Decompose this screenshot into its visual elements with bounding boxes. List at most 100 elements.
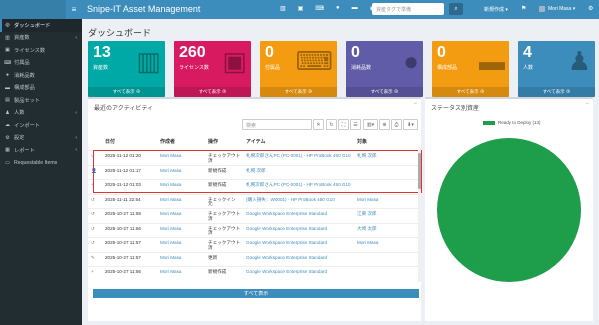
flag-icon[interactable]: ⚑ <box>521 5 526 12</box>
columns-icon: ▥▾ <box>366 121 375 128</box>
row-created-by-link[interactable]: Mori Masa <box>160 197 181 203</box>
laptop-icon: ▭ <box>5 159 10 166</box>
row-target-link[interactable]: Mori Masa <box>357 197 378 203</box>
row-date: 2025-10-27 11:58 <box>105 211 141 216</box>
row-target-link[interactable]: 江東 次郎 <box>357 211 377 217</box>
recent-activity-panel: 最近のアクティビティ − 検索 ✕ ↻ ⛶ ☰ ▥▾ ⊕ ⎙ ⬇▾ 日付 作成者… <box>88 97 422 321</box>
row-item-link[interactable]: (購入損失：W0001) - HP ProBook 450 G10 <box>246 197 335 203</box>
row-created-by-link[interactable]: Mori Masa <box>160 240 181 246</box>
tint-icon[interactable]: ● <box>336 5 340 12</box>
row-item-link[interactable]: Google Workspace Enterprise Standard <box>246 255 327 261</box>
search-icon: ⌕ <box>454 5 458 12</box>
row-created-by-link[interactable]: Mori Masa <box>160 255 181 261</box>
download-icon: ⬇▾ <box>407 121 414 128</box>
row-created-by-link[interactable]: Mori Masa <box>160 211 181 217</box>
sidebar-item-assets[interactable]: ▥ 資産数 ‹ <box>0 32 82 45</box>
row-date: 2025-11-11 22:54 <box>105 196 141 202</box>
show-all-button[interactable]: すべて表示 <box>93 289 419 298</box>
sidebar-item-licenses[interactable]: ▣ ライセンス数 <box>0 44 82 57</box>
tile-count: 4 <box>523 44 532 61</box>
sidebar-item-reports[interactable]: ▦ レポート ‹ <box>0 144 82 157</box>
tile-show-all-link[interactable]: すべて表示 ⊕ <box>174 87 251 97</box>
row-target-link[interactable]: 大崎 太郎 <box>357 226 377 232</box>
box-icon: ▤ <box>5 97 10 104</box>
table-scrollbar[interactable] <box>418 147 421 282</box>
sidebar-item-components[interactable]: ▬ 構成部品 <box>0 82 82 95</box>
pie-slice-ready-to-deploy[interactable] <box>437 138 581 282</box>
clear-search-button[interactable]: ✕ <box>313 119 324 130</box>
app-title[interactable]: Snipe-IT Asset Management <box>87 4 200 14</box>
sidebar-item-settings[interactable]: ⚙ 設定 ‹ <box>0 132 82 145</box>
dashboard-icon: ◎ <box>5 22 10 29</box>
tile-count: 13 <box>93 44 111 61</box>
tile-accessories: 0 付属品 ⌨ すべて表示 ⊕ <box>260 41 337 97</box>
tile-assets: 13 資産数 ▥ すべて表示 ⊕ <box>88 41 165 97</box>
zoom-button[interactable]: ⊕ <box>379 119 390 130</box>
list-icon: ☰ <box>353 121 358 128</box>
tint-icon: ● <box>403 46 419 76</box>
status-pie-chart <box>437 138 581 282</box>
print-button[interactable]: ⎙ <box>391 119 402 130</box>
row-item-link[interactable]: Google Workspace Enterprise Standard <box>246 269 327 275</box>
sidebar-item-dashboard[interactable]: ◎ ダッシュボード <box>0 19 82 32</box>
row-target-link[interactable]: Mori Masa <box>357 240 378 246</box>
sidebar-item-kits[interactable]: ▤ 製品セット <box>0 94 82 107</box>
gear-icon[interactable]: ⚙ <box>588 5 593 12</box>
sidebar-toggle-icon[interactable]: ≡ <box>66 0 82 19</box>
refresh-button[interactable]: ↻ <box>326 119 337 130</box>
toggle-view-button[interactable]: ☰ <box>350 119 361 130</box>
row-action-icon: ↺ <box>91 196 95 202</box>
row-item-link[interactable]: Google Workspace Enterprise Standard <box>246 226 327 232</box>
sidebar-item-consumables[interactable]: ● 消耗品数 <box>0 69 82 82</box>
search-button[interactable]: ⌕ <box>449 3 463 15</box>
keyboard-icon[interactable]: ⌨ <box>315 5 324 12</box>
tile-show-all-link[interactable]: すべて表示 ⊕ <box>346 87 423 97</box>
keyboard-icon: ⌨ <box>295 46 333 76</box>
row-item-link[interactable]: Google Workspace Enterprise Standard <box>246 240 327 246</box>
column-header[interactable]: 対象 <box>357 138 367 145</box>
hdd-icon[interactable]: ▬ <box>352 5 358 12</box>
barcode-icon[interactable]: ▥ <box>280 5 286 12</box>
table-row: ✎ 2025-10-27 11:57 Mori Masa 更新 Google Works… <box>88 251 420 266</box>
sidebar-item-accessories[interactable]: ⌨ 付属品 <box>0 57 82 70</box>
panel-title: ステータス別資産 <box>431 106 480 112</box>
chart-legend[interactable]: Ready to Deploy (13) <box>483 120 541 125</box>
scroll-thumb[interactable] <box>418 153 421 189</box>
collapse-icon[interactable]: − <box>413 101 417 107</box>
row-action-icon: ↺ <box>91 211 95 216</box>
sidebar-item-import[interactable]: ☁ インポート <box>0 119 82 132</box>
column-header[interactable]: 作成者 <box>160 138 175 145</box>
table-search-input[interactable]: 検索 <box>242 119 312 130</box>
tile-consumables: 0 消耗品数 ● すべて表示 ⊕ <box>346 41 423 97</box>
tile-count: 0 <box>265 44 274 61</box>
asset-tag-search-input[interactable]: 資産タグで準備 <box>372 3 444 15</box>
floppy-icon[interactable]: ▣ <box>298 5 304 12</box>
tile-show-all-link[interactable]: すべて表示 ⊕ <box>432 87 509 97</box>
tile-show-all-link[interactable]: すべて表示 ⊕ <box>518 87 595 97</box>
row-created-by-link[interactable]: Mori Masa <box>160 269 181 275</box>
row-date: 2025-10-27 11:56 <box>105 269 141 274</box>
tile-licenses: 260 ライセンス数 ▣ すべて表示 ⊕ <box>174 41 251 97</box>
tile-show-all-link[interactable]: すべて表示 ⊕ <box>88 87 165 97</box>
column-header[interactable]: 操作 <box>208 138 218 145</box>
quick-icons: ▥ ▣ ⌨ ● ▬ ◉ <box>280 5 375 12</box>
sidebar-item-requestable[interactable]: ▭ Requestable Items <box>0 157 82 170</box>
row-created-by-link[interactable]: Mori Masa <box>160 226 181 232</box>
new-menu-dropdown[interactable]: 新規作成 ▾ <box>484 6 508 13</box>
export-button[interactable]: ⬇▾ <box>403 119 418 130</box>
tile-show-all-link[interactable]: すべて表示 ⊕ <box>260 87 337 97</box>
column-header[interactable]: 日付 <box>105 138 115 145</box>
tile-count: 260 <box>179 44 206 61</box>
chevron-left-icon: ‹ <box>75 134 77 141</box>
collapse-icon[interactable]: − <box>585 101 589 107</box>
user-menu[interactable]: Mori Masa ▾ <box>539 6 575 12</box>
tile-label: 消耗品数 <box>351 65 372 71</box>
fullscreen-button[interactable]: ⛶ <box>338 119 349 130</box>
row-item-link[interactable]: Google Workspace Enterprise Standard <box>246 211 327 217</box>
table-row: ↺ 2025-11-11 22:54 Mori Masa チェックイン 元 (購入損失：… <box>88 193 420 208</box>
columns-button[interactable]: ▥▾ <box>363 119 378 130</box>
sidebar-item-people[interactable]: ♟ 人数 ‹ <box>0 107 82 120</box>
column-header[interactable]: アイテム <box>246 138 266 145</box>
tile-label: ライセンス数 <box>179 65 209 71</box>
users-icon: ♟ <box>5 109 10 116</box>
